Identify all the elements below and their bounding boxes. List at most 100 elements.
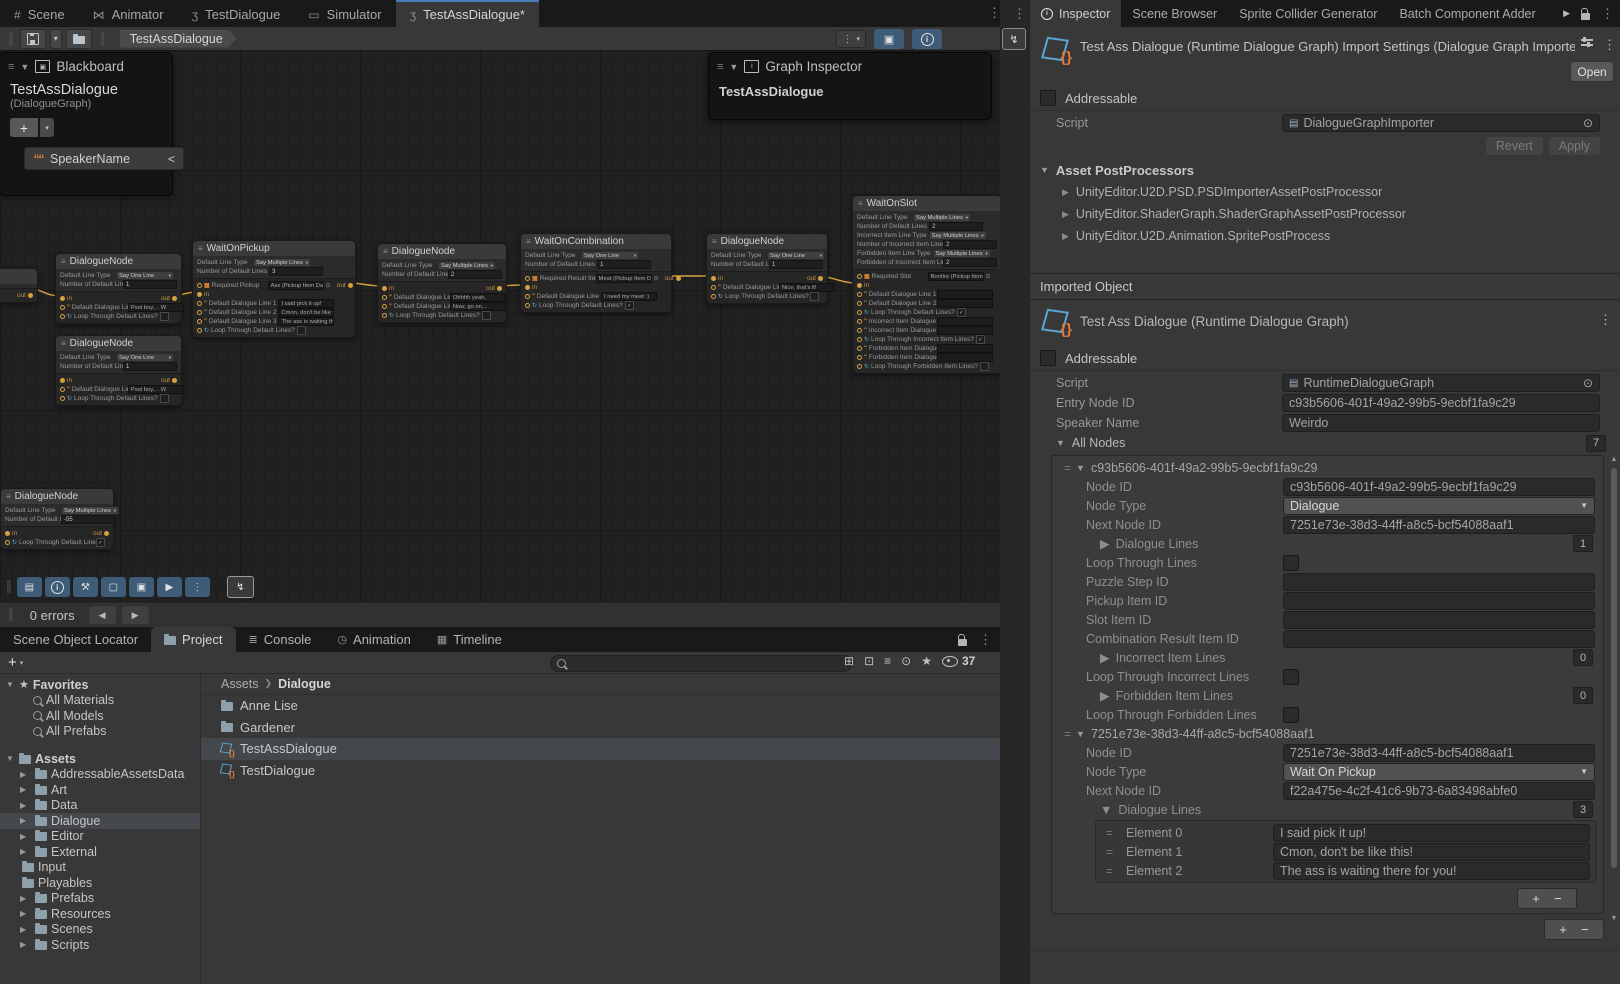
inspector-tab[interactable]: Sprite Collider Generator <box>1228 0 1388 27</box>
kebab-icon[interactable]: ⋮ <box>1603 37 1616 53</box>
field-port[interactable] <box>525 303 530 308</box>
toolbar-grip[interactable]: ║ <box>4 33 16 45</box>
save-dropdown-button[interactable]: ▾ <box>50 29 62 49</box>
row-text-field[interactable]: The ass is waiting there for you! <box>278 317 334 326</box>
file-row[interactable]: Anne Lise <box>201 695 1000 717</box>
output-port[interactable] <box>497 286 502 291</box>
row-text-field[interactable] <box>937 299 993 308</box>
row-number-field[interactable]: -55 <box>61 515 115 524</box>
bottom-tab[interactable]: ▦ Timeline <box>424 627 515 652</box>
foldout-arrow-icon[interactable]: ▶ <box>1100 688 1110 703</box>
favorites-root[interactable]: ▼★Favorites <box>0 677 200 693</box>
row-text-field[interactable]: Psst boy,... W <box>128 385 184 394</box>
window-tool-button[interactable]: ▢ <box>101 577 126 597</box>
field-port[interactable] <box>60 396 65 401</box>
script-field[interactable]: ▤RuntimeDialogueGraph⊙ <box>1282 374 1600 392</box>
node-header[interactable]: ≡WaitOnPickup <box>193 241 355 256</box>
row-dropdown[interactable]: Say One Line▾ <box>767 251 825 260</box>
live-processing-toggle-button[interactable]: ↯ <box>1002 28 1026 50</box>
breadcrumb[interactable]: TestAssDialogue <box>120 30 237 48</box>
drag-handle-icon[interactable]: ≡ <box>717 61 723 73</box>
field-port[interactable] <box>857 337 862 342</box>
field-port[interactable] <box>60 314 65 319</box>
add-property-dropdown[interactable]: ▾ <box>40 118 54 137</box>
postprocessors-header[interactable]: ▼Asset PostProcessors <box>1030 159 1620 181</box>
field-port[interactable] <box>857 346 862 351</box>
tab-scroll-arrow-icon[interactable]: ▶ <box>1563 8 1570 19</box>
search-input[interactable] <box>550 655 852 672</box>
row-dropdown[interactable]: Say Multiple Lines▾ <box>913 213 971 222</box>
row-number-field[interactable]: 2 <box>448 270 502 279</box>
addressable-checkbox[interactable] <box>1040 350 1056 366</box>
row-number-field[interactable]: 2 <box>929 222 983 231</box>
row-text-field[interactable]: Meat (Pickup Item Data) <box>596 274 652 283</box>
row-checkbox[interactable]: ✓ <box>625 301 634 310</box>
editor-tab[interactable]: ʒ TestDialogue <box>178 0 295 27</box>
tree-folder-row[interactable]: Input <box>0 860 200 876</box>
favorites-item[interactable]: All Prefabs <box>0 724 200 740</box>
object-picker-icon[interactable]: ⊙ <box>1583 116 1593 130</box>
scroll-up-arrow-icon[interactable]: ▲ <box>1610 456 1618 463</box>
puzzle-step-id-field[interactable] <box>1283 573 1595 591</box>
output-port[interactable] <box>28 293 33 298</box>
editor-tab[interactable]: ▭ Simulator <box>294 0 395 27</box>
next-error-button[interactable]: ▶ <box>122 606 149 624</box>
node-waitonslot[interactable]: ≡WaitOnSlot Default Line TypeSay Multipl… <box>852 195 1000 374</box>
scroll-down-arrow-icon[interactable]: ▼ <box>1610 915 1618 922</box>
save-button[interactable] <box>20 29 46 49</box>
filter-icon[interactable]: ≡ <box>884 654 891 668</box>
node-type-dropdown[interactable]: Wait On Pickup▼ <box>1283 763 1595 781</box>
postprocessor-item[interactable]: ▶UnityEditor.ShaderGraph.ShaderGraphAsse… <box>1030 203 1620 225</box>
field-port[interactable] <box>857 328 862 333</box>
row-checkbox[interactable] <box>160 394 169 403</box>
search-by-type-icon[interactable]: ⊞ <box>844 654 854 668</box>
node-header[interactable]: ≡WaitOnCombination <box>521 234 671 249</box>
expand-arrow-icon[interactable]: ▶ <box>20 770 29 779</box>
tree-folder-row[interactable]: ▶ Resources <box>0 906 200 922</box>
node-header[interactable]: ≡WaitOnSlot <box>853 196 1000 211</box>
editor-tab[interactable]: # Scene <box>0 0 79 27</box>
add-button[interactable]: + <box>1532 891 1540 906</box>
kebab-icon[interactable]: ⋮ <box>1599 312 1612 328</box>
field-port[interactable] <box>525 276 530 281</box>
inspector-tab[interactable]: Scene Browser <box>1121 0 1228 27</box>
object-picker-icon[interactable]: ⊙ <box>1583 376 1593 390</box>
blackboard-property[interactable]: ““ SpeakerName < <box>24 147 184 170</box>
row-text-field[interactable]: I said pick it up! <box>278 299 334 308</box>
node-dialoguenode-4[interactable]: ≡DialogueNode Default Line TypeSay One L… <box>706 233 828 304</box>
assets-root[interactable]: ▼Assets <box>0 751 200 767</box>
node-header[interactable]: ≡DialogueNode <box>707 234 827 249</box>
blackboard-header[interactable]: ≡ ▼ ▣ Blackboard <box>0 53 172 80</box>
expand-arrow-icon[interactable]: ▶ <box>20 832 29 841</box>
graph-options-button[interactable]: ⋮▾ <box>836 30 866 48</box>
alert-icon[interactable]: ⊙ <box>901 654 911 668</box>
row-dropdown[interactable]: Say One Line▾ <box>116 353 174 362</box>
tree-folder-row[interactable]: ▶ Dialogue <box>0 813 200 829</box>
node-entry-header[interactable]: =▼c93b5606-401f-49a2-99b5-9ecbf1fa9c29 <box>1052 458 1603 477</box>
lock-icon[interactable] <box>958 639 967 646</box>
tools-button[interactable]: ⚒ <box>73 577 98 597</box>
row-text-field[interactable]: Cmon, don't be like this! <box>278 308 334 317</box>
row-checkbox[interactable] <box>482 311 491 320</box>
node-id-field[interactable]: c93b5606-401f-49a2-99b5-9ecbf1fa9c29 <box>1283 478 1595 496</box>
remove-button[interactable]: − <box>1581 922 1589 937</box>
row-text-field[interactable]: Nice, that's it! <box>779 283 835 292</box>
tree-folder-row[interactable]: ▶ Data <box>0 798 200 814</box>
row-dropdown[interactable]: Say One Line▾ <box>581 251 639 260</box>
add-button[interactable]: + <box>1559 922 1567 937</box>
node-waitoncombination[interactable]: ≡WaitOnCombination Default Line TypeSay … <box>520 233 672 313</box>
slot-item-id-field[interactable] <box>1283 611 1595 629</box>
element-text-field[interactable]: I said pick it up! <box>1273 824 1590 842</box>
bottom-tab[interactable]: ◷ Animation <box>324 627 423 652</box>
node-header[interactable]: ≡DialogueNode <box>378 244 506 259</box>
expand-arrow-icon[interactable]: ▶ <box>20 925 29 934</box>
expand-arrow-icon[interactable]: ▶ <box>20 940 29 949</box>
editor-tab[interactable]: ʒ TestAssDialogue* <box>396 0 539 27</box>
bottom-tab[interactable]: Project <box>151 627 235 652</box>
row-checkbox[interactable] <box>980 362 989 371</box>
row-text-field[interactable] <box>937 290 993 299</box>
field-port[interactable] <box>857 355 862 360</box>
loop-forbidden-checkbox[interactable] <box>1283 707 1299 723</box>
row-text-field[interactable]: Bonfire (Pickup Item Data) <box>928 272 984 281</box>
collapse-arrow-icon[interactable]: ▼ <box>729 62 738 72</box>
